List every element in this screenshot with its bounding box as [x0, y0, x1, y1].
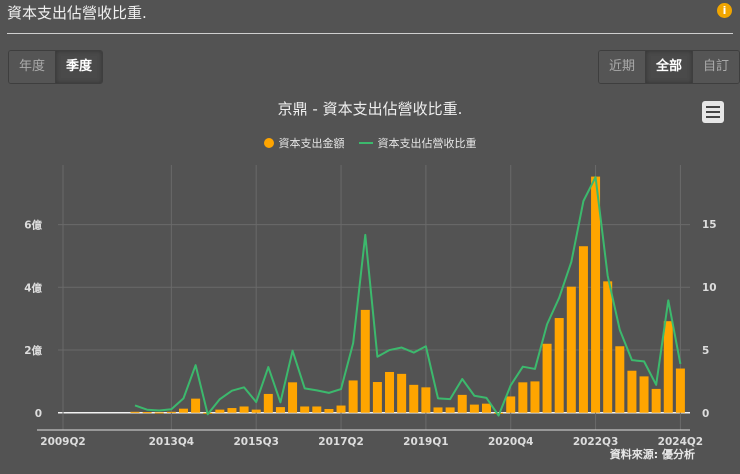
bar-capex-2023Q4 [651, 388, 661, 413]
bar-capex-2016Q2 [288, 382, 298, 413]
y-right-tick-label: 0 [702, 408, 709, 420]
bar-capex-2014Q4 [215, 409, 225, 413]
bar-capex-2022Q4 [603, 281, 613, 413]
bar-capex-2019Q1 [421, 387, 431, 413]
bar-capex-2018Q1 [372, 382, 382, 413]
bar-capex-2021Q2 [530, 381, 540, 413]
data-source: 資料來源: 優分析 [609, 448, 695, 461]
x-tick-label: 2019Q1 [403, 436, 448, 448]
bar-capex-2024Q2 [675, 368, 685, 413]
y-right-tick-label: 10 [702, 282, 717, 294]
bar-capex-2013Q4 [166, 411, 176, 413]
bar-capex-2022Q2 [578, 246, 588, 413]
bar-capex-2021Q1 [518, 382, 528, 413]
x-tick-label: 2013Q4 [149, 436, 194, 448]
bar-capex-2015Q3 [251, 409, 261, 413]
y-left-tick-label: 2億 [24, 344, 42, 357]
bar-capex-2021Q3 [542, 343, 552, 413]
x-tick-label: 2020Q4 [488, 436, 533, 448]
bar-capex-2023Q2 [627, 370, 637, 413]
y-left-tick-label: 6億 [24, 219, 42, 232]
bar-capex-2016Q4 [312, 406, 322, 413]
x-tick-label: 2017Q2 [318, 436, 363, 448]
bar-capex-2021Q4 [554, 318, 564, 413]
y-left-tick-label: 4億 [24, 281, 42, 294]
bar-capex-2016Q3 [300, 406, 310, 413]
bar-capex-2017Q1 [324, 408, 334, 413]
y-left-tick-label: 0 [35, 408, 42, 420]
bar-capex-2017Q2 [336, 405, 346, 413]
x-tick-label: 2009Q2 [40, 436, 85, 448]
bar-capex-2019Q4 [457, 394, 467, 413]
bar-capex-2014Q1 [178, 408, 188, 413]
bar-capex-2023Q1 [615, 346, 625, 413]
bar-capex-2018Q2 [385, 371, 395, 413]
x-tick-label: 2015Q3 [233, 436, 278, 448]
bar-capex-2024Q1 [663, 321, 673, 413]
bar-capex-2023Q3 [639, 376, 649, 413]
bar-capex-2015Q4 [263, 393, 273, 413]
bar-capex-2015Q2 [239, 406, 249, 413]
bar-capex-2013Q2 [142, 412, 152, 414]
bar-capex-2015Q1 [227, 408, 237, 413]
bar-capex-2022Q1 [566, 286, 576, 413]
y-right-tick-label: 5 [702, 345, 709, 357]
bar-capex-2014Q2 [191, 398, 201, 413]
bar-capex-2019Q2 [433, 407, 443, 413]
bar-capex-2020Q2 [481, 403, 491, 413]
bar-capex-2019Q3 [445, 407, 455, 413]
bar-capex-2013Q1 [130, 411, 140, 413]
bar-capex-2020Q1 [469, 404, 479, 413]
bar-capex-2020Q4 [506, 396, 516, 413]
bar-capex-2018Q3 [397, 373, 407, 413]
bar-capex-2013Q3 [154, 412, 164, 414]
y-right-tick-label: 15 [702, 219, 717, 231]
bar-capex-2018Q4 [409, 384, 419, 413]
bar-capex-2016Q1 [275, 407, 285, 413]
chart-plot: 0 2億 4億 6億 0 5 10 15 2009Q2 2013Q4 2015Q3 2017Q2 201… [24, 165, 717, 448]
bar-capex-2017Q3 [348, 380, 358, 413]
bar-capex-2017Q4 [360, 309, 370, 413]
bar-capex-2022Q3 [591, 176, 601, 413]
